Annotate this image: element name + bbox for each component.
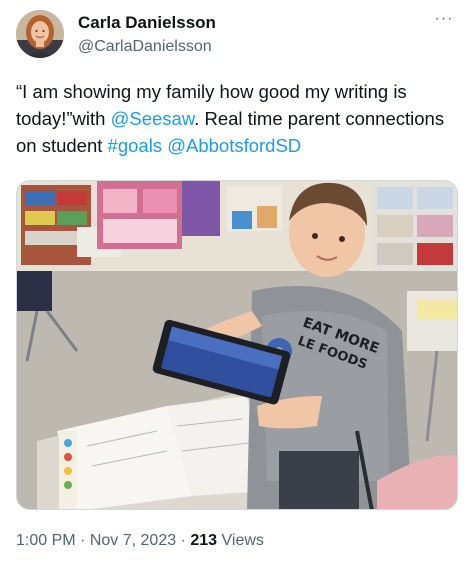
meta-separator: · <box>180 532 186 549</box>
views-count: 213 <box>190 532 218 549</box>
hashtag-goals-link[interactable]: #goals <box>108 135 163 156</box>
more-dots-icon[interactable]: ··· <box>432 11 456 34</box>
avatar-photo-icon <box>16 10 64 58</box>
tweet-text: “I am showing my family how good my writ… <box>16 78 462 159</box>
photo-student-tablet-icon: EAT MORE LE FOODS <box>17 181 457 509</box>
tweet-header: Carla Danielsson @CarlaDanielsson ··· <box>16 10 458 60</box>
avatar[interactable] <box>16 10 64 58</box>
tweet-card: Carla Danielsson @CarlaDanielsson ··· “I… <box>0 0 474 566</box>
views-label: Views <box>221 532 264 549</box>
author-display-name[interactable]: Carla Danielsson <box>78 12 216 34</box>
tweet-date[interactable]: Nov 7, 2023 <box>90 532 176 549</box>
meta-separator: · <box>80 532 86 549</box>
mention-seesaw-link[interactable]: @Seesaw <box>111 108 195 129</box>
tweet-time[interactable]: 1:00 PM <box>16 532 76 549</box>
author-handle[interactable]: @CarlaDanielsson <box>78 36 216 58</box>
author-names: Carla Danielsson @CarlaDanielsson <box>78 12 216 58</box>
mention-school-link[interactable]: @AbbotsfordSD <box>167 135 301 156</box>
tweet-meta: 1:00 PM · Nov 7, 2023 · 213 Views <box>16 530 264 552</box>
tweet-photo[interactable]: EAT MORE LE FOODS <box>16 180 458 510</box>
